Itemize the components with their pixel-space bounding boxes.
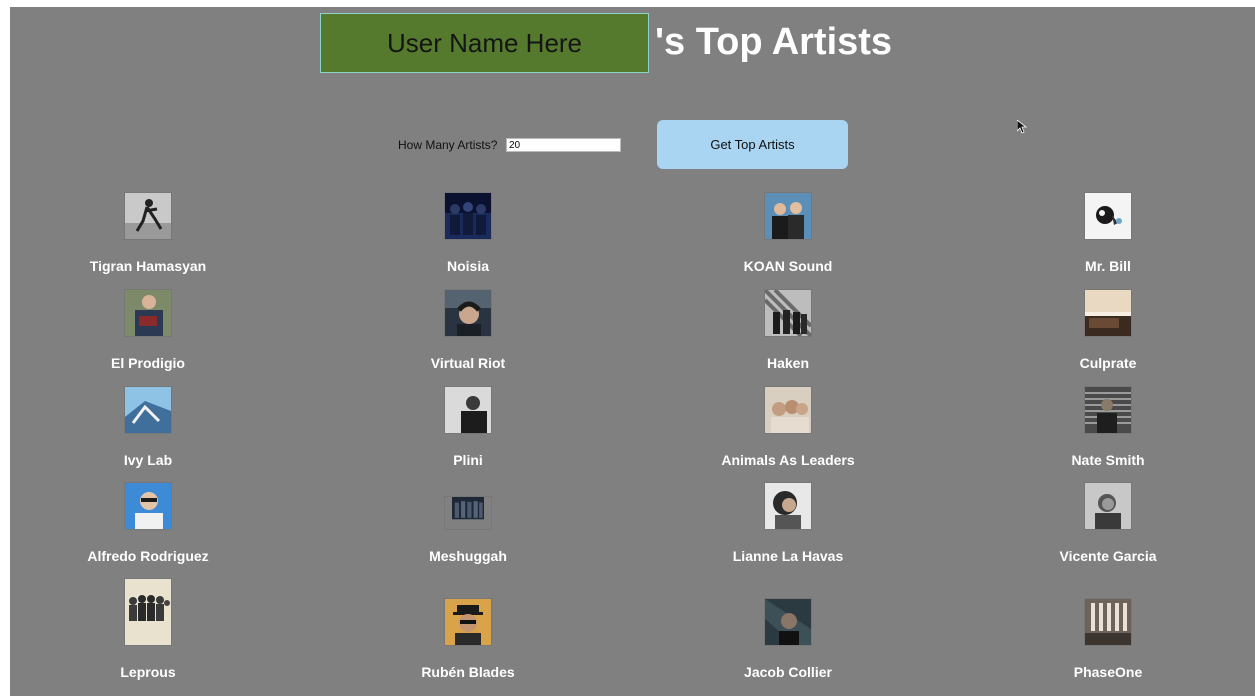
artist-photo bbox=[764, 598, 812, 646]
artist-name: Lianne La Havas bbox=[732, 548, 844, 564]
artist-name: Rubén Blades bbox=[421, 664, 515, 680]
artist-card[interactable]: Nate Smith bbox=[998, 386, 1218, 468]
artist-photo bbox=[764, 482, 812, 530]
artist-name: KOAN Sound bbox=[743, 258, 833, 274]
artist-card[interactable]: Ivy Lab bbox=[38, 386, 258, 468]
artist-name: Haken bbox=[766, 355, 810, 371]
artist-name: Virtual Riot bbox=[430, 355, 506, 371]
artist-name: Tigran Hamasyan bbox=[89, 258, 207, 274]
artist-card[interactable]: El Prodigio bbox=[38, 289, 258, 371]
artist-photo bbox=[444, 192, 492, 240]
artist-card[interactable]: Jacob Collier bbox=[678, 598, 898, 680]
artist-card[interactable]: Animals As Leaders bbox=[678, 386, 898, 468]
artist-name: Plini bbox=[453, 452, 483, 468]
artist-name: Ivy Lab bbox=[123, 452, 173, 468]
page-background: User Name Here 's Top Artists How Many A… bbox=[10, 7, 1255, 696]
artist-card[interactable]: Rubén Blades bbox=[358, 598, 578, 680]
artist-photo bbox=[1084, 192, 1132, 240]
artist-photo bbox=[124, 482, 172, 530]
artist-photo bbox=[444, 289, 492, 337]
artist-name: Vicente Garcia bbox=[1059, 548, 1157, 564]
artist-card[interactable]: Lianne La Havas bbox=[678, 482, 898, 564]
artist-card[interactable]: Tigran Hamasyan bbox=[38, 192, 258, 274]
artist-card[interactable]: Vicente Garcia bbox=[998, 482, 1218, 564]
artist-photo bbox=[124, 192, 172, 240]
artist-photo bbox=[1084, 482, 1132, 530]
artist-card[interactable]: Haken bbox=[678, 289, 898, 371]
artist-card[interactable]: Meshuggah bbox=[358, 482, 578, 564]
artist-photo bbox=[1084, 289, 1132, 337]
artist-name: Culprate bbox=[1079, 355, 1137, 371]
artist-card[interactable]: Virtual Riot bbox=[358, 289, 578, 371]
artist-name: El Prodigio bbox=[111, 355, 185, 371]
artist-card[interactable]: Leprous bbox=[38, 578, 258, 680]
artist-card[interactable]: KOAN Sound bbox=[678, 192, 898, 274]
artist-photo bbox=[444, 598, 492, 646]
artist-name: Animals As Leaders bbox=[721, 452, 855, 468]
artist-grid: Tigran Hamasyan Noisia KOAN Sound Mr. Bi… bbox=[10, 7, 1255, 696]
artist-name: Nate Smith bbox=[1071, 452, 1145, 468]
artist-card[interactable]: PhaseOne bbox=[998, 598, 1218, 680]
artist-photo bbox=[124, 578, 172, 646]
artist-name: PhaseOne bbox=[1073, 664, 1143, 680]
artist-name: Jacob Collier bbox=[744, 664, 832, 680]
artist-name: Noisia bbox=[446, 258, 489, 274]
artist-name: Leprous bbox=[120, 664, 176, 680]
artist-photo bbox=[1084, 386, 1132, 434]
artist-name: Meshuggah bbox=[429, 548, 507, 564]
mouse-cursor-icon bbox=[1017, 120, 1027, 134]
artist-name: Alfredo Rodriguez bbox=[87, 548, 209, 564]
artist-name: Mr. Bill bbox=[1085, 258, 1131, 274]
artist-photo bbox=[764, 289, 812, 337]
artist-photo bbox=[444, 496, 492, 530]
artist-photo bbox=[124, 386, 172, 434]
artist-photo bbox=[124, 289, 172, 337]
artist-card[interactable]: Noisia bbox=[358, 192, 578, 274]
artist-photo bbox=[764, 192, 812, 240]
artist-photo bbox=[764, 386, 812, 434]
artist-card[interactable]: Plini bbox=[358, 386, 578, 468]
artist-card[interactable]: Culprate bbox=[998, 289, 1218, 371]
artist-photo bbox=[1084, 598, 1132, 646]
artist-card[interactable]: Alfredo Rodriguez bbox=[38, 482, 258, 564]
artist-card[interactable]: Mr. Bill bbox=[998, 192, 1218, 274]
artist-photo bbox=[444, 386, 492, 434]
